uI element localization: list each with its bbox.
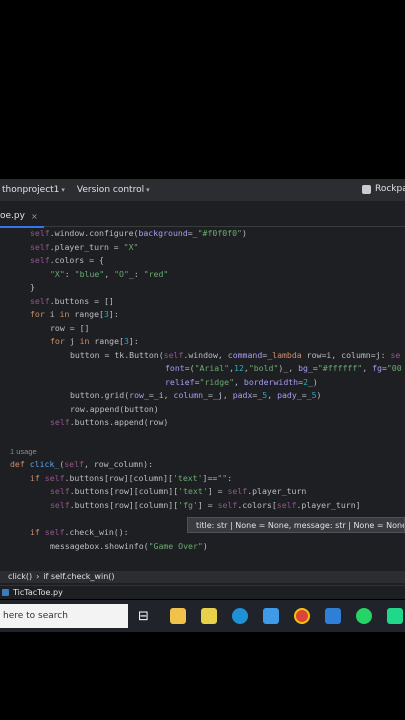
code-line: row.append(button) <box>70 403 159 414</box>
code-line: self.buttons[row][column]['text'] = self… <box>50 486 307 496</box>
file-status: TicTacToe.py <box>0 585 405 599</box>
close-icon[interactable]: × <box>31 212 38 221</box>
code-line: self.buttons[row][column]['fg'] = self.c… <box>50 499 361 510</box>
code-line: self.colors = { <box>30 255 104 265</box>
taskbar-search-input[interactable]: here to search <box>0 604 128 628</box>
code-line: self.window.configure(background=_"#f0f0… <box>30 228 247 238</box>
file-name[interactable]: TicTacToe.py <box>13 588 63 597</box>
vcs-label: Version control <box>76 185 145 195</box>
code-line: if self.check_win(): <box>30 527 129 537</box>
config-icon <box>362 184 371 194</box>
project-name: thonproject1 <box>2 185 60 195</box>
store-icon[interactable] <box>201 608 217 624</box>
chevron-down-icon: ▾ <box>146 186 150 194</box>
ide-window: thonproject1 ▾ Version control ▾ Rockpa oe… <box>0 179 405 599</box>
breadcrumb-item[interactable]: click() <box>8 572 32 581</box>
chevron-down-icon: ▾ <box>61 186 65 194</box>
code-line: self.buttons.append(row) <box>50 417 169 427</box>
code-line: row = [] <box>50 322 90 333</box>
code-line: button = tk.Button(self.window, command=… <box>70 349 401 360</box>
python-file-icon <box>2 589 9 596</box>
code-line: font=("Arial",12,"bold")_, bg_="#ffffff"… <box>165 363 402 373</box>
project-menu[interactable]: thonproject1 ▾ <box>2 185 65 195</box>
mail-icon[interactable] <box>263 608 279 624</box>
code-line: } <box>30 282 35 292</box>
edge-icon[interactable] <box>232 608 248 624</box>
chrome-icon[interactable] <box>294 608 310 624</box>
code-line: self.player_turn = "X" <box>30 241 139 252</box>
breadcrumb-separator: › <box>36 572 40 581</box>
code-line: button.grid(row_=_i, column_=_j, padx=_5… <box>70 390 322 400</box>
file-explorer-icon[interactable] <box>170 608 186 624</box>
tab-file[interactable]: oe.py × <box>0 206 44 228</box>
pycharm-icon[interactable] <box>387 608 403 624</box>
code-line: relief="ridge", borderwidth=2_) <box>165 376 318 387</box>
code-line: self.buttons = [] <box>30 295 114 306</box>
code-line: def click_(self, row_column): <box>10 459 153 469</box>
breadcrumb-item[interactable]: if self.check_win() <box>43 572 114 581</box>
vcs-menu[interactable]: Version control ▾ <box>77 185 150 195</box>
code-line: for i in range[3]: <box>30 309 119 319</box>
code-line: messagebox.showinfo("Game Over") <box>50 540 208 551</box>
main-toolbar: thonproject1 ▾ Version control ▾ Rockpa <box>0 179 405 201</box>
code-line: if self.buttons[row][column]['text']==""… <box>30 472 233 483</box>
parameter-info-tooltip: title: str | None = None, message: str |… <box>187 517 405 533</box>
vscode-icon[interactable] <box>325 608 341 624</box>
run-config[interactable]: Rockpa <box>362 184 405 194</box>
run-config-label: Rockpa <box>375 184 405 194</box>
whatsapp-icon[interactable] <box>356 608 372 624</box>
editor-tabs: oe.py × <box>0 206 405 228</box>
usage-hint[interactable]: 1 usage <box>10 445 37 458</box>
tab-label: oe.py <box>0 211 25 221</box>
code-line: for j in range[3]: <box>50 336 139 346</box>
breadcrumb: click() › if self.check_win() <box>0 571 405 583</box>
task-view-icon[interactable]: ⊟ <box>138 609 149 624</box>
windows-taskbar: here to search ⊟ <box>0 600 405 632</box>
code-line: "X": "blue", "O"_: "red" <box>50 268 169 279</box>
